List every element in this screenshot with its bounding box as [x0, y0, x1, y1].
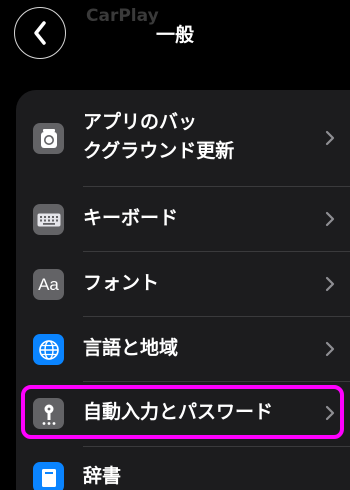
navigation-bar: CarPlay 一般 — [0, 0, 350, 70]
chevron-right-icon — [325, 276, 335, 292]
row-fonts[interactable]: Aa フォント — [16, 252, 350, 316]
page-title: 一般 — [155, 24, 194, 46]
row-dictionary[interactable]: 辞書 — [16, 447, 350, 490]
chevron-right-icon — [325, 341, 335, 357]
row-label: 辞書 — [83, 465, 122, 487]
row-label: アプリのバッ クグラウンド更新 — [83, 111, 235, 162]
row-label: フォント — [83, 272, 160, 294]
row-keyboard[interactable]: キーボード — [16, 187, 350, 251]
row-background-app-refresh[interactable]: アプリのバッ クグラウンド更新 — [16, 90, 350, 186]
background-refresh-icon — [33, 123, 64, 154]
chevron-right-icon — [325, 211, 335, 227]
row-label: キーボード — [83, 207, 179, 229]
row-language-region[interactable]: 言語と地域 — [16, 317, 350, 381]
row-label: 言語と地域 — [83, 337, 179, 359]
highlight-annotation — [21, 385, 344, 439]
keyboard-icon — [33, 204, 64, 235]
dictionary-icon — [33, 462, 64, 490]
fonts-icon: Aa — [33, 269, 64, 300]
chevron-right-icon — [325, 130, 335, 146]
globe-icon — [33, 334, 64, 365]
